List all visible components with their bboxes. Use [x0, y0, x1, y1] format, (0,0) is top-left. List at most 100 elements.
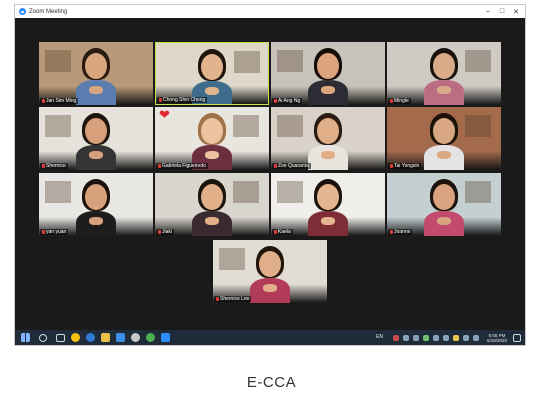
- participant-nameplate: Zoe Quaranta: [272, 163, 311, 169]
- participant-name: Ai Ang Ng: [278, 98, 301, 104]
- participant-video-tile[interactable]: Kaela: [271, 173, 385, 236]
- task-view-icon[interactable]: [56, 333, 65, 342]
- participant-name: Zoe Quaranta: [278, 163, 309, 169]
- participant-video-tile[interactable]: Tai Yongxin: [387, 107, 501, 170]
- participant-name: Mingle: [394, 98, 409, 104]
- participant-nameplate: Ai Ang Ng: [272, 98, 303, 104]
- maximize-icon[interactable]: □: [495, 5, 509, 18]
- participant-video-tile[interactable]: yan yuan: [39, 173, 153, 236]
- muted-mic-icon: [216, 297, 219, 301]
- participant-face: [201, 184, 223, 210]
- heart-icon: ❤: [159, 107, 170, 122]
- participant-figure: [298, 107, 358, 170]
- participant-video-tile[interactable]: Chong Shin Chong: [155, 42, 269, 105]
- participant-figure: [66, 173, 126, 236]
- file-explorer-icon[interactable]: [101, 333, 110, 342]
- muted-mic-icon: [159, 98, 162, 102]
- muted-mic-icon: [42, 230, 45, 234]
- participant-nameplate: Shernice Lee: [214, 296, 252, 302]
- heart-hands: [205, 217, 219, 225]
- tray-icon[interactable]: [402, 334, 409, 341]
- participant-face: [85, 184, 107, 210]
- participant-face: [317, 118, 339, 144]
- heart-hands: [205, 151, 219, 159]
- language-indicator[interactable]: EN: [376, 335, 383, 340]
- tray-icon[interactable]: [412, 334, 419, 341]
- tray-icon[interactable]: [452, 334, 459, 341]
- muted-mic-icon: [390, 99, 393, 103]
- heart-hands: [437, 151, 451, 159]
- participant-name: yan yuan: [46, 229, 67, 235]
- participant-figure: [298, 173, 358, 236]
- participant-figure: [414, 107, 474, 170]
- participant-figure: [66, 107, 126, 170]
- zoom-app-icon: [19, 8, 26, 15]
- participant-video-tile[interactable]: Mingle: [387, 42, 501, 105]
- video-grid: Jan Sim Ming Chong Shin Chong Ai Ang Ng Min…: [15, 18, 525, 331]
- start-icon[interactable]: [21, 333, 30, 342]
- participant-figure: [240, 240, 300, 303]
- windows-taskbar: EN 6:05 PM 5/18/2020: [15, 330, 525, 345]
- participant-figure: [182, 43, 242, 104]
- volume-icon[interactable]: [472, 334, 479, 341]
- close-icon[interactable]: ✕: [509, 5, 523, 18]
- participant-face: [201, 54, 223, 80]
- participant-name: Shernice: [46, 163, 66, 169]
- participant-name: Shernice Lee: [220, 296, 250, 302]
- clock[interactable]: 6:05 PM 5/18/2020: [487, 333, 507, 343]
- participant-video-tile[interactable]: Shernice Lee: [213, 240, 327, 303]
- window-title: Zoom Meeting: [29, 8, 68, 15]
- clock-time: 6:05 PM: [488, 332, 506, 338]
- participant-video-tile[interactable]: Jiaki: [155, 173, 269, 236]
- participant-video-tile[interactable]: Jan Sim Ming: [39, 42, 153, 105]
- participant-face: [201, 118, 223, 144]
- participant-video-tile[interactable]: Joanne: [387, 173, 501, 236]
- heart-hands: [321, 217, 335, 225]
- participant-name: Gabriela Figueiredo: [162, 163, 206, 169]
- participant-video-tile[interactable]: Shernice: [39, 107, 153, 170]
- minimize-icon[interactable]: –: [481, 5, 495, 18]
- tray-icon[interactable]: [432, 334, 439, 341]
- wifi-icon[interactable]: [462, 334, 469, 341]
- muted-mic-icon: [274, 164, 277, 168]
- participant-face: [317, 184, 339, 210]
- muted-mic-icon: [42, 164, 45, 168]
- participant-figure: [298, 42, 358, 105]
- heart-hands: [89, 151, 103, 159]
- participant-name: Joanne: [394, 229, 411, 235]
- clock-date: 5/18/2020: [486, 337, 507, 343]
- muted-mic-icon: [390, 230, 393, 234]
- participant-face: [433, 118, 455, 144]
- heart-hands: [205, 87, 219, 95]
- participant-figure: [182, 173, 242, 236]
- tray-icon[interactable]: [422, 334, 429, 341]
- participant-video-tile[interactable]: ❤ Gabriela Figueiredo: [155, 107, 269, 170]
- muted-mic-icon: [390, 164, 393, 168]
- chrome-icon[interactable]: [71, 333, 80, 342]
- participant-video-tile[interactable]: Zoe Quaranta: [271, 107, 385, 170]
- heart-hands: [321, 151, 335, 159]
- zoom-taskbar-icon[interactable]: [161, 333, 170, 342]
- heart-hands: [89, 86, 103, 94]
- heart-hands: [89, 217, 103, 225]
- edge-icon[interactable]: [86, 333, 95, 342]
- participant-figure: [414, 42, 474, 105]
- notification-icon[interactable]: [513, 333, 521, 342]
- search-icon[interactable]: [39, 333, 47, 342]
- participant-face: [85, 53, 107, 79]
- caption: E-CCA: [246, 374, 297, 391]
- app-icon[interactable]: [131, 333, 140, 342]
- whatsapp-icon[interactable]: [146, 333, 155, 342]
- mail-icon[interactable]: [116, 333, 125, 342]
- muted-mic-icon: [158, 164, 161, 168]
- participant-name: Chong Shin Chong: [163, 97, 206, 103]
- participant-face: [85, 118, 107, 144]
- tray-icon[interactable]: [442, 334, 449, 341]
- participant-nameplate: Chong Shin Chong: [157, 97, 208, 103]
- participant-figure: [66, 42, 126, 105]
- participant-video-tile[interactable]: Ai Ang Ng: [271, 42, 385, 105]
- participant-name: Kaela: [278, 229, 291, 235]
- tray-icon[interactable]: [392, 334, 399, 341]
- muted-mic-icon: [274, 99, 277, 103]
- participant-nameplate: Tai Yongxin: [388, 163, 422, 169]
